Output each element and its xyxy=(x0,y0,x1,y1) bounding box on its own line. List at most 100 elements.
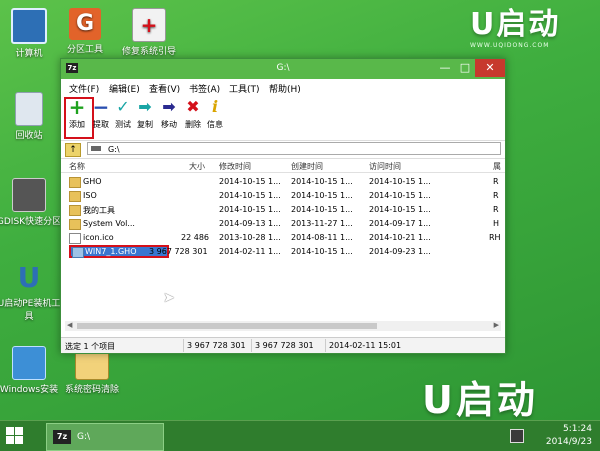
computer-icon xyxy=(11,8,47,44)
delete-button[interactable]: ✖ 删除 xyxy=(181,98,205,130)
menu-bar: 文件(F) 编辑(E) 查看(V) 书签(A) 工具(T) 帮助(H) xyxy=(61,79,505,96)
brand-logo-text: U启动 xyxy=(470,7,561,42)
file-name: 我的工具 xyxy=(83,206,115,215)
folder-icon xyxy=(69,177,81,188)
windows-logo-icon xyxy=(15,427,23,435)
minimize-button[interactable]: — xyxy=(435,59,455,77)
file-modified: 2014-02-11 1... xyxy=(219,247,281,256)
add-label: 添加 xyxy=(69,120,85,129)
column-modified[interactable]: 修改时间 xyxy=(219,161,251,172)
seven-zip-icon: 7z xyxy=(53,430,71,444)
desktop-icon-gdisk[interactable]: GDISK快速分区 xyxy=(0,178,64,227)
move-button[interactable]: ➡ 移动 xyxy=(157,98,181,130)
copy-button[interactable]: ➡ 复制 xyxy=(133,98,157,130)
file-accessed: 2014-10-15 1... xyxy=(369,205,431,214)
plus-icon: + xyxy=(68,95,86,119)
check-icon: ✓ xyxy=(116,97,130,116)
file-modified: 2014-09-13 1... xyxy=(219,219,281,228)
info-icon: i xyxy=(211,97,219,116)
folder-icon xyxy=(69,191,81,202)
column-attributes[interactable]: 属 xyxy=(493,161,501,172)
status-packed-size: 3 967 728 301 xyxy=(255,341,314,350)
start-button[interactable] xyxy=(6,427,24,445)
file-row-win7-gho[interactable]: WIN7_1.GHO 3 967 728 301 2014-02-11 1...… xyxy=(61,245,505,259)
horizontal-scrollbar[interactable]: ◀ ▶ xyxy=(65,321,501,331)
file-modified: 2014-10-15 1... xyxy=(219,177,281,186)
file-name: WIN7_1.GHO xyxy=(85,247,137,256)
extract-button[interactable]: − 提取 xyxy=(89,97,113,130)
desktop-icon-partition-tool[interactable]: G 分区工具 xyxy=(50,8,120,55)
column-accessed[interactable]: 访问时间 xyxy=(369,161,401,172)
scroll-thumb[interactable] xyxy=(77,323,377,329)
brand-logo-text: U启动 xyxy=(422,378,538,420)
status-divider xyxy=(183,339,184,352)
scroll-right-icon[interactable]: ▶ xyxy=(494,321,499,329)
file-name: ISO xyxy=(83,191,97,200)
file-name: GHO xyxy=(83,177,102,186)
column-header: 名称 大小 修改时间 创建时间 访问时间 属 xyxy=(61,159,505,173)
menu-edit[interactable]: 编辑(E) xyxy=(109,82,140,95)
file-attributes: RH xyxy=(489,233,501,242)
up-folder-icon[interactable]: ↑ xyxy=(65,143,81,157)
windows-install-icon xyxy=(12,346,46,380)
file-attributes: R xyxy=(493,205,499,214)
file-row-icon-ico[interactable]: icon.ico 22 486 2013-10-28 1... 2014-08-… xyxy=(61,231,505,245)
menu-view[interactable]: 查看(V) xyxy=(149,82,180,95)
file-row-gho-folder[interactable]: GHO 2014-10-15 1... 2014-10-15 1... 2014… xyxy=(61,175,505,189)
desktop-icon-recycle-bin[interactable]: 回收站 xyxy=(0,92,64,141)
test-button[interactable]: ✓ 测试 xyxy=(111,98,135,130)
disk-gear-icon xyxy=(12,178,46,212)
file-row-tools-folder[interactable]: 我的工具 2014-10-15 1... 2014-10-15 1... 201… xyxy=(61,203,505,217)
menu-bookmarks[interactable]: 书签(A) xyxy=(189,82,220,95)
info-button[interactable]: i 信息 xyxy=(203,98,227,130)
status-divider xyxy=(251,339,252,352)
windows-logo-icon xyxy=(6,427,14,435)
file-accessed: 2014-10-15 1... xyxy=(369,177,431,186)
column-name[interactable]: 名称 xyxy=(69,161,85,172)
brand-logo-top: U启动 WWW.UQIDONG.COM xyxy=(470,8,590,63)
address-bar: ↑ G:\ xyxy=(61,141,505,159)
clock[interactable]: 5:1:24 2014/9/23 xyxy=(546,423,592,449)
title-bar[interactable]: 7z G:\ — □ ✕ xyxy=(61,59,505,79)
desktop-icon-label: 回收站 xyxy=(15,131,43,141)
recycle-bin-icon xyxy=(15,92,43,126)
folder-icon xyxy=(69,205,81,216)
scroll-left-icon[interactable]: ◀ xyxy=(67,321,72,329)
file-modified: 2013-10-28 1... xyxy=(219,233,281,242)
file-manager-window: 7z G:\ — □ ✕ 文件(F) 编辑(E) 查看(V) 书签(A) 工具(… xyxy=(60,58,506,354)
status-bar: 选定 1 个项目 3 967 728 301 3 967 728 301 201… xyxy=(61,337,505,353)
file-row-system-volume[interactable]: System Vol... 2014-09-13 1... 2013-11-27… xyxy=(61,217,505,231)
file-name: icon.ico xyxy=(83,233,114,242)
file-row-iso-folder[interactable]: ISO 2014-10-15 1... 2014-10-15 1... 2014… xyxy=(61,189,505,203)
status-selection: 选定 1 个项目 xyxy=(65,342,116,351)
menu-tools[interactable]: 工具(T) xyxy=(229,82,260,95)
file-created: 2014-10-15 1... xyxy=(291,177,353,186)
file-accessed: 2014-10-21 1... xyxy=(369,233,431,242)
clock-time: 5:1:24 xyxy=(563,424,592,434)
partition-tool-icon: G xyxy=(69,8,101,40)
desktop-icon-pe-installer[interactable]: U U启动PE装机工具 xyxy=(0,262,64,323)
address-text: G:\ xyxy=(108,145,120,154)
status-size: 3 967 728 301 xyxy=(187,341,246,350)
tray-network-icon[interactable] xyxy=(510,429,524,443)
taskbar-item-file-manager[interactable]: 7z G:\ xyxy=(46,423,164,451)
file-name: System Vol... xyxy=(83,219,135,228)
test-label: 测试 xyxy=(115,120,131,129)
toolbar: + 添加 − 提取 ✓ 测试 ➡ 复制 ➡ 移动 ✖ 删除 i 信息 xyxy=(61,96,505,141)
desktop: 计算机 G 分区工具 + 修复系统引导 回收站 GDISK快速分区 U U启动P… xyxy=(0,0,600,420)
file-created: 2014-10-15 1... xyxy=(291,205,353,214)
address-input[interactable]: G:\ xyxy=(87,142,501,155)
file-attributes: H xyxy=(493,219,500,228)
column-created[interactable]: 创建时间 xyxy=(291,161,323,172)
menu-file[interactable]: 文件(F) xyxy=(69,82,99,95)
extract-label: 提取 xyxy=(93,120,109,129)
maximize-button[interactable]: □ xyxy=(455,59,475,77)
menu-help[interactable]: 帮助(H) xyxy=(269,82,301,95)
desktop-icon-repair-boot[interactable]: + 修复系统引导 xyxy=(114,8,184,57)
clock-date: 2014/9/23 xyxy=(545,437,592,447)
desktop-icon-label: U启动PE装机工具 xyxy=(0,299,61,322)
column-size[interactable]: 大小 xyxy=(189,161,205,172)
desktop-icon-label: 分区工具 xyxy=(66,45,103,55)
add-button[interactable]: + 添加 xyxy=(65,95,89,130)
close-button[interactable]: ✕ xyxy=(475,59,505,77)
